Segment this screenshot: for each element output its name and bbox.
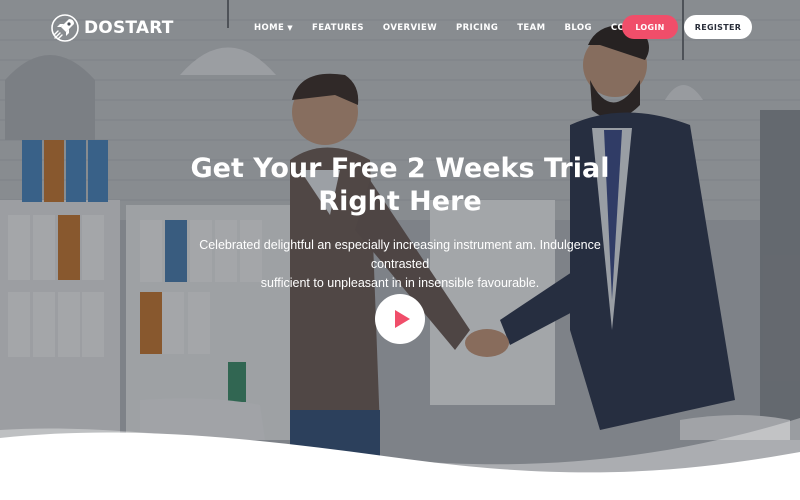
site-header: DOSTART HOME ▼ FEATURES OVERVIEW PRICING… <box>0 0 800 56</box>
rocket-icon <box>50 13 80 43</box>
hero-title-line-1: Get Your Free 2 Weeks Trial <box>190 153 610 184</box>
play-video-button[interactable] <box>375 294 425 344</box>
nav-item-features[interactable]: FEATURES <box>312 23 364 33</box>
nav-item-overview[interactable]: OVERVIEW <box>383 23 437 33</box>
nav-item-label: BLOG <box>564 23 592 33</box>
nav-item-blog[interactable]: BLOG <box>564 23 591 33</box>
main-nav: HOME ▼ FEATURES OVERVIEW PRICING TEAM BL… <box>254 19 677 37</box>
nav-item-label: FEATURES <box>312 23 364 33</box>
nav-item-label: OVERVIEW <box>382 23 437 33</box>
hero-title-line-2: Right Here <box>318 186 482 217</box>
brand-logo[interactable]: DOSTART <box>50 12 174 44</box>
hero-title: Get Your Free 2 Weeks Trial Right Here <box>150 152 650 218</box>
brand-name: DOSTART <box>84 18 174 38</box>
nav-item-pricing[interactable]: PRICING <box>456 23 498 33</box>
hero-subtitle-line-2: sufficient to unpleasant in in insensibl… <box>260 276 540 290</box>
nav-item-label: PRICING <box>455 23 499 33</box>
hero-wave-divider <box>0 418 800 500</box>
play-icon <box>395 310 410 328</box>
hero-subtitle-line-1: Celebrated delightful an especially incr… <box>199 238 601 271</box>
nav-item-home[interactable]: HOME ▼ <box>254 23 293 33</box>
nav-item-label: HOME <box>254 23 285 33</box>
login-button[interactable]: LOGIN <box>622 15 678 39</box>
hero-subtitle: Celebrated delightful an especially incr… <box>170 236 630 293</box>
nav-item-label: TEAM <box>517 23 546 33</box>
nav-item-team[interactable]: TEAM <box>517 23 545 33</box>
register-button[interactable]: REGISTER <box>684 15 752 39</box>
chevron-down-icon: ▼ <box>287 24 294 32</box>
